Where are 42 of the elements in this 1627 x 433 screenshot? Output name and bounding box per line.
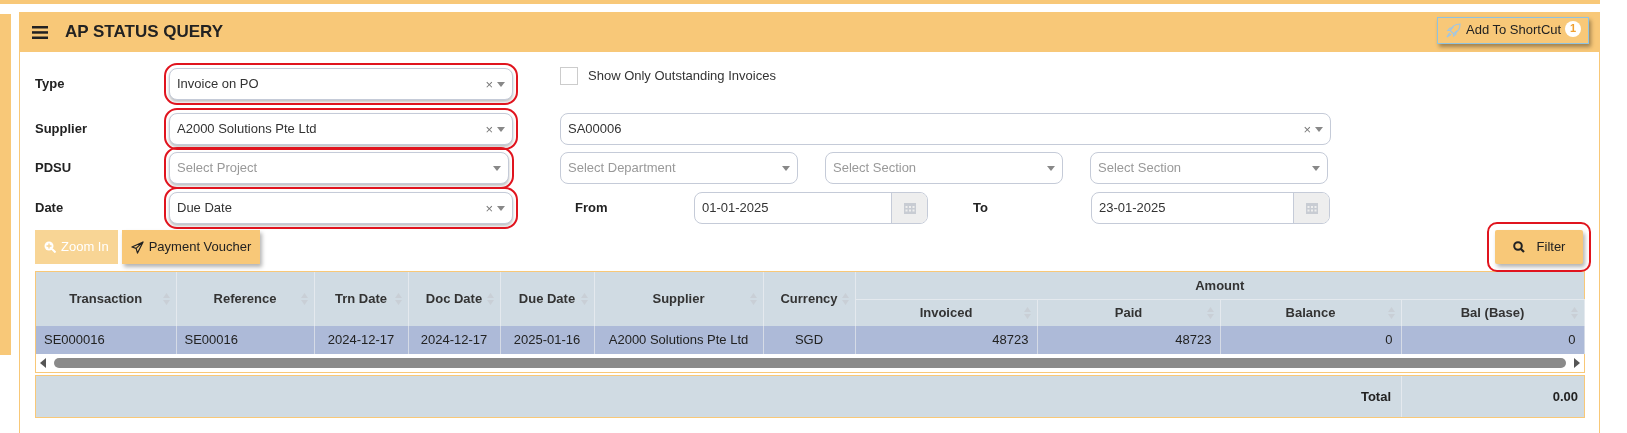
calendar-icon[interactable]: [903, 202, 916, 214]
caret-icon: [1047, 165, 1055, 171]
paper-plane-icon: [130, 240, 144, 254]
total-value: 0.00: [1401, 376, 1584, 417]
add-shortcut-button[interactable]: Add To ShortCut 1: [1437, 16, 1589, 44]
checkbox-label: Show Only Outstanding Invoices: [588, 67, 776, 85]
field-label: Date: [35, 199, 65, 218]
scrollbar-thumb[interactable]: [54, 358, 1566, 368]
clear-icon[interactable]: ×: [1303, 122, 1311, 136]
date-field[interactable]: 01-01-2025: [694, 192, 928, 224]
calendar-icon[interactable]: [1305, 202, 1318, 214]
select-field[interactable]: SA00006 ×: [560, 113, 1331, 145]
scroll-left-icon[interactable]: [40, 358, 46, 368]
group-header: Amount: [855, 272, 1585, 299]
page-title: AP STATUS QUERY: [65, 21, 224, 44]
caret-icon: [1315, 126, 1323, 132]
field-label: PDSU: [35, 159, 73, 178]
caret-icon: [1312, 165, 1320, 171]
total-label: Total: [1360, 387, 1392, 406]
search-icon: [1512, 241, 1525, 253]
outstanding-checkbox[interactable]: [560, 66, 578, 85]
caret-icon: [493, 165, 501, 171]
payment-voucher-button[interactable]: Payment Voucher: [121, 230, 261, 264]
field-label: Type: [35, 75, 66, 94]
caret-icon: [497, 205, 505, 211]
table-row[interactable]: SE000016 SE00016 2024-12-17 2024-12-17 2025-01-16 A2000 Solutions Pte Ltd SGD 48723 48723 0 0: [36, 326, 1585, 354]
clear-icon[interactable]: ×: [485, 201, 493, 215]
zoom-in-icon: [44, 241, 56, 253]
to-label: To: [973, 199, 989, 218]
clear-icon[interactable]: ×: [485, 77, 493, 91]
clear-icon[interactable]: ×: [485, 122, 493, 136]
filter-button[interactable]: Filter: [1495, 230, 1583, 264]
menu-icon[interactable]: [32, 25, 48, 39]
date-field[interactable]: 23-01-2025: [1091, 192, 1330, 224]
caret-icon: [497, 81, 505, 87]
from-label: From: [575, 199, 609, 218]
field-label: Supplier: [35, 120, 88, 139]
caret-icon: [782, 165, 790, 171]
caret-icon: [497, 126, 505, 132]
scroll-right-icon[interactable]: [1574, 358, 1580, 368]
rocket-icon: [1446, 22, 1461, 38]
count-badge: 1: [1565, 20, 1581, 37]
